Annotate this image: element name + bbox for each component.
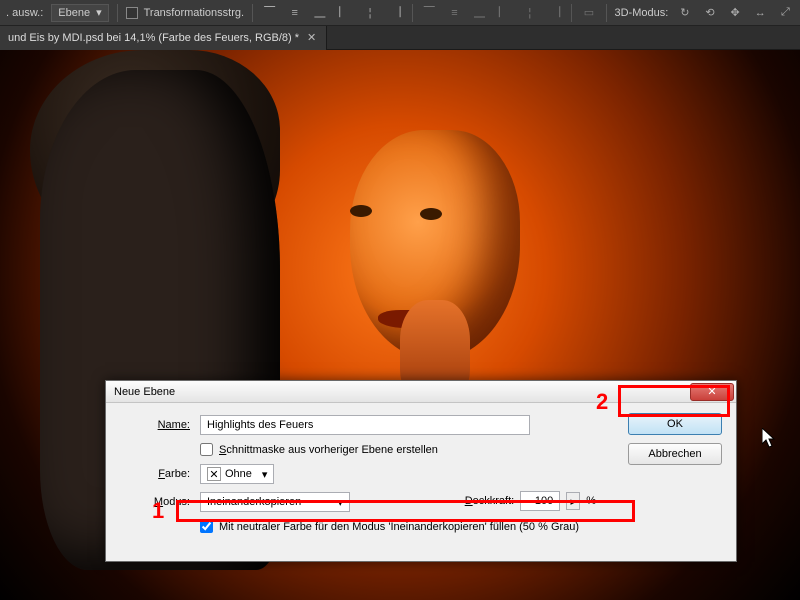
annotation-number-2: 2 [596,389,608,415]
separator [606,4,607,22]
dialog-body: Name: SSchnittmaske aus vorheriger Ebene… [106,403,736,561]
distribute-vcenter-icon[interactable]: ≡ [446,4,463,22]
checkbox-box [126,7,138,19]
color-label: Farbe: [120,468,190,480]
drag-3d-icon[interactable]: ✥ [727,4,744,22]
distribute-hcenter-icon[interactable]: ¦ [521,4,538,22]
chevron-down-icon: ▾ [337,496,343,509]
cancel-button[interactable]: Abbrechen [628,443,722,465]
checkbox-input[interactable] [200,520,213,533]
mode3d-label: 3D-Modus: [615,7,669,19]
blend-mode-combo[interactable]: Ineinanderkopieren ▾ [200,492,350,512]
close-icon[interactable]: ✕ [307,31,316,44]
layer-color-value: Ohne [225,468,252,480]
ausw-label: . ausw.: [6,7,43,19]
opacity-label: Deckkraft: [465,495,515,507]
align-right-icon[interactable]: ⎹ [387,4,404,22]
align-left-icon[interactable]: ⎸ [336,4,353,22]
distribute-left-icon[interactable]: ⎸ [496,4,513,22]
auto-select-combo[interactable]: Ebene ▾ [51,4,108,22]
opacity-stepper[interactable]: ▸ [566,492,580,510]
cancel-label: Abbrechen [648,448,701,460]
new-layer-dialog: Neue Ebene ✕ Name: SSchnittmaske aus vor… [105,380,737,562]
cursor-icon [762,428,778,450]
dialog-close-button[interactable]: ✕ [690,383,734,401]
artwork-eye [420,208,442,220]
align-bottom-icon[interactable]: ⎽ [311,4,328,22]
distribute-top-icon[interactable]: ⎺ [421,4,438,22]
align-vcenter-icon[interactable]: ≡ [286,4,303,22]
document-tab-strip: und Eis by MDI.psd bei 14,1% (Farbe des … [0,26,800,50]
layer-name-input[interactable] [200,415,530,435]
roll-3d-icon[interactable]: ⟲ [701,4,718,22]
ok-label: OK [667,418,683,430]
annotation-number-1: 1 [152,498,164,524]
checkbox-input[interactable] [200,443,213,456]
ok-button[interactable]: OK [628,413,722,435]
scale-3d-icon[interactable]: ⤢ [777,4,794,22]
layer-color-combo[interactable]: ✕ Ohne ▾ [200,464,274,484]
clipping-mask-label: SSchnittmaske aus vorheriger Ebene erste… [219,444,438,456]
dialog-titlebar[interactable]: Neue Ebene ✕ [106,381,736,403]
blend-mode-value: Ineinanderkopieren [207,496,301,508]
transform-controls-checkbox[interactable]: Transformationsstrg. [126,7,244,19]
auto-select-value: Ebene [58,7,90,19]
slide-3d-icon[interactable]: ↔ [752,4,769,22]
transform-controls-label: Transformationsstrg. [144,7,244,19]
opacity-input[interactable] [520,491,560,511]
options-bar: . ausw.: Ebene ▾ Transformationsstrg. ⎺ … [0,0,800,26]
separator [252,4,253,22]
dialog-title: Neue Ebene [114,386,175,398]
canvas[interactable]: Neue Ebene ✕ Name: SSchnittmaske aus vor… [0,50,800,600]
auto-align-icon[interactable]: ▭ [580,4,597,22]
clipping-mask-checkbox[interactable]: SSchnittmaske aus vorheriger Ebene erste… [200,443,438,456]
separator [412,4,413,22]
document-tab[interactable]: und Eis by MDI.psd bei 14,1% (Farbe des … [0,26,327,50]
neutral-fill-label: Mit neutraler Farbe für den Modus 'Inein… [219,521,579,533]
rotate-3d-icon[interactable]: ↻ [676,4,693,22]
align-top-icon[interactable]: ⎺ [261,4,278,22]
chevron-down-icon: ▾ [96,6,102,19]
separator [571,4,572,22]
none-color-swatch-icon: ✕ [207,467,221,481]
distribute-right-icon[interactable]: ⎹ [546,4,563,22]
distribute-bottom-icon[interactable]: ⎽ [471,4,488,22]
artwork-eye [350,205,372,217]
name-label: Name: [120,419,190,431]
document-tab-title: und Eis by MDI.psd bei 14,1% (Farbe des … [8,32,299,44]
chevron-down-icon: ▾ [262,468,268,481]
opacity-suffix: % [586,495,596,507]
neutral-fill-checkbox[interactable]: Mit neutraler Farbe für den Modus 'Inein… [200,520,579,533]
separator [117,4,118,22]
align-hcenter-icon[interactable]: ¦ [362,4,379,22]
close-icon: ✕ [707,385,716,398]
